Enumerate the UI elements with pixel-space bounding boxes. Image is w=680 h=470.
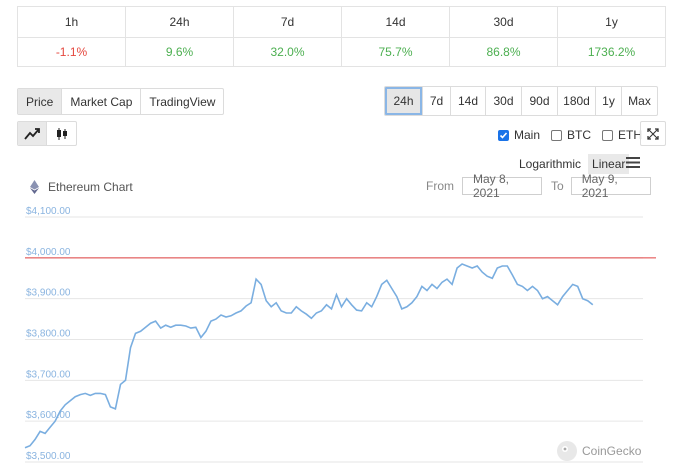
candlestick-icon [56, 127, 67, 140]
y-tick-label: $3,700.00 [26, 369, 71, 380]
chart-title-text: Ethereum Chart [48, 180, 133, 194]
y-tick-label: $3,900.00 [26, 288, 71, 299]
change-value: -1.1% [55, 45, 88, 59]
range-7d-button[interactable]: 7d [423, 87, 451, 115]
y-tick-label: $4,000.00 [26, 247, 71, 258]
price-line [24, 263, 594, 449]
change-col-1h: 1h -1.1% [18, 7, 126, 66]
change-period: 1h [18, 7, 125, 38]
change-col-30d: 30d 86.8% [450, 7, 558, 66]
change-value: 86.8% [486, 45, 521, 59]
line-chart-button[interactable] [18, 122, 47, 145]
date-to-input[interactable]: May 9, 2021 [570, 172, 651, 200]
change-col-1y: 1y 1736.2% [558, 7, 665, 66]
price-change-table: 1h -1.1% 24h 9.6% 7d 32.0% 14d 75.7% 30d… [17, 6, 666, 67]
chart-view-tabs: Price Market Cap TradingView [17, 88, 225, 115]
scale-toggle: Logarithmic Linear [519, 154, 630, 174]
checkbox-label: ETH [618, 128, 643, 142]
range-14d-button[interactable]: 14d [451, 87, 486, 115]
change-period: 14d [342, 7, 449, 38]
y-tick-label: $3,500.00 [26, 451, 71, 462]
date-from-input[interactable]: May 8, 2021 [462, 172, 542, 200]
change-value: 1736.2% [587, 45, 636, 59]
range-max-button[interactable]: Max [622, 87, 657, 115]
fullscreen-button[interactable] [640, 121, 666, 146]
change-value: 75.7% [378, 45, 413, 59]
range-90d-button[interactable]: 90d [522, 87, 558, 115]
to-label: To [551, 179, 564, 193]
chart-title: Ethereum Chart [30, 180, 133, 194]
logarithmic-scale-button[interactable]: Logarithmic [519, 157, 581, 171]
change-period: 7d [234, 7, 341, 38]
price-chart: $3,500.00 $3,600.00 $3,700.00 $3,800.00 $3,9… [24, 206, 656, 463]
coingecko-watermark: CoinGecko [556, 440, 641, 462]
from-label: From [426, 179, 454, 193]
checkbox-label: Main [514, 128, 541, 142]
time-range-tabs: 24h 7d 14d 30d 90d 180d 1y Max [384, 86, 658, 116]
checkmark-icon [499, 131, 508, 139]
change-period: 24h [126, 7, 233, 38]
change-col-24h: 24h 9.6% [126, 7, 234, 66]
tab-price[interactable]: Price [18, 89, 63, 114]
hamburger-menu-icon[interactable] [626, 157, 640, 168]
checkbox-unchecked[interactable] [551, 129, 563, 141]
change-value: 32.0% [270, 45, 305, 59]
watermark-text: CoinGecko [582, 444, 642, 458]
checkbox-checked[interactable] [498, 129, 509, 141]
date-range: From May 8, 2021 To May 9, 2021 [426, 172, 651, 200]
series-toggles: Main BTC ETH [498, 128, 653, 142]
change-period: 30d [450, 7, 557, 38]
checkbox-label: BTC [567, 128, 592, 142]
expand-icon [647, 127, 659, 140]
range-180d-button[interactable]: 180d [558, 87, 596, 115]
y-tick-label: $3,600.00 [26, 410, 71, 421]
chart-style-toggle [17, 121, 77, 146]
coingecko-icon [557, 441, 577, 461]
range-30d-button[interactable]: 30d [486, 87, 522, 115]
change-value: 9.6% [165, 45, 194, 59]
candlestick-button[interactable] [47, 122, 76, 145]
ethereum-icon [30, 180, 39, 194]
change-col-14d: 14d 75.7% [342, 7, 450, 66]
main-series-checkbox[interactable]: Main [498, 128, 540, 142]
tab-tradingview[interactable]: TradingView [141, 89, 223, 114]
y-tick-label: $4,100.00 [26, 206, 71, 217]
range-24h-button[interactable]: 24h [385, 87, 423, 115]
change-col-7d: 7d 32.0% [234, 7, 342, 66]
range-1y-button[interactable]: 1y [596, 87, 622, 115]
eth-series-checkbox[interactable]: ETH [602, 128, 642, 142]
linear-scale-button[interactable]: Linear [588, 154, 630, 174]
y-tick-label: $3,800.00 [26, 329, 71, 340]
btc-series-checkbox[interactable]: BTC [551, 128, 591, 142]
line-chart-icon [24, 127, 40, 140]
tab-market-cap[interactable]: Market Cap [62, 89, 142, 114]
change-period: 1y [558, 7, 665, 38]
checkbox-unchecked[interactable] [602, 129, 614, 141]
